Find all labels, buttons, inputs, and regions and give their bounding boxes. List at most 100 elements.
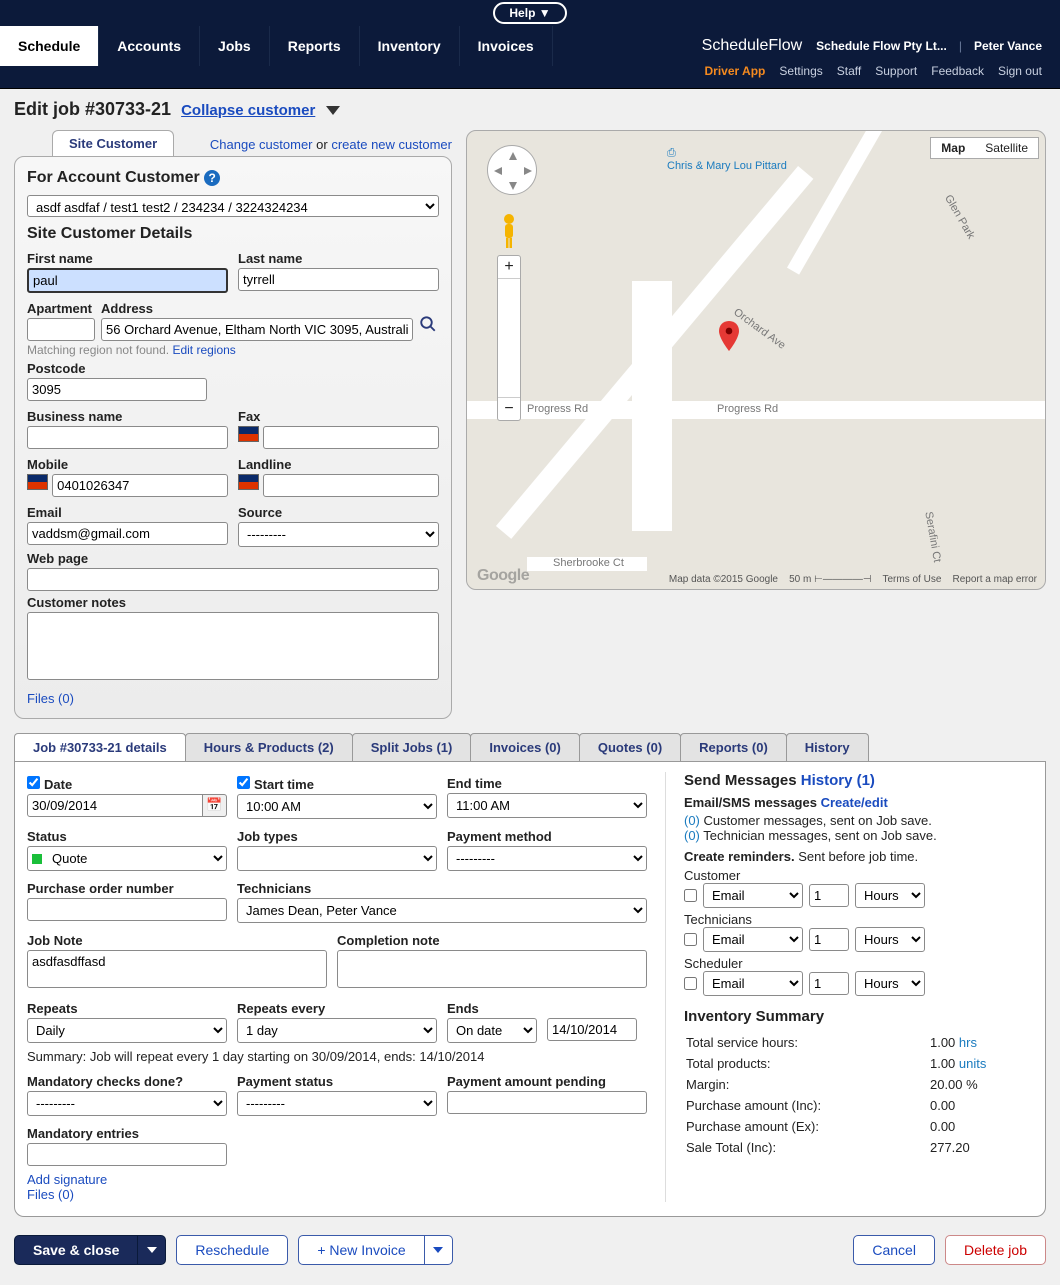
status-select[interactable]: Quote [27,846,227,871]
mandatory-checks-select[interactable]: --------- [27,1091,227,1116]
cancel-button[interactable]: Cancel [853,1235,935,1265]
map[interactable]: ⎙Chris & Mary Lou Pittard Progress Rd Pr… [466,130,1046,590]
reminder-customer-type[interactable]: Email [703,883,803,908]
address-input[interactable] [101,318,413,341]
payment-method-select[interactable]: --------- [447,846,647,871]
delete-job-button[interactable]: Delete job [945,1235,1046,1265]
job-note-input[interactable]: asdfasdffasd [27,950,327,988]
change-customer-link[interactable]: Change customer [210,137,313,152]
tab-quotes[interactable]: Quotes (0) [579,733,681,761]
link-driver-app[interactable]: Driver App [704,64,765,78]
email-input[interactable] [27,522,228,545]
customer-notes-input[interactable] [27,612,439,680]
account-customer-select[interactable]: asdf asdfaf / test1 test2 / 234234 / 322… [27,195,439,217]
link-settings[interactable]: Settings [779,64,822,78]
zoom-out-button[interactable]: − [498,398,520,420]
business-name-input[interactable] [27,426,228,449]
tab-hours-products[interactable]: Hours & Products (2) [185,733,353,761]
reminder-tech-checkbox[interactable] [684,933,697,946]
job-types-select[interactable] [237,846,437,871]
zoom-in-button[interactable]: + [498,256,520,278]
tab-accounts[interactable]: Accounts [99,26,200,66]
fax-input[interactable] [263,426,439,449]
map-type-map[interactable]: Map [931,138,975,158]
tab-inventory[interactable]: Inventory [360,26,460,66]
ends-date-input[interactable] [547,1018,637,1041]
help-icon[interactable]: ? [204,170,220,186]
tab-split-jobs[interactable]: Split Jobs (1) [352,733,472,761]
reminder-scheduler-type[interactable]: Email [703,971,803,996]
map-pan-control[interactable] [487,145,537,195]
payment-pending-input[interactable] [447,1091,647,1114]
add-signature-link[interactable]: Add signature [27,1172,107,1187]
map-type-satellite[interactable]: Satellite [975,138,1038,158]
source-select[interactable]: --------- [238,522,439,547]
ends-select[interactable]: On date [447,1018,537,1043]
new-invoice-caret[interactable] [425,1235,453,1265]
reminder-scheduler-num[interactable] [809,972,849,995]
reminder-scheduler-checkbox[interactable] [684,977,697,990]
end-time-select[interactable]: 11:00 AM [447,793,647,818]
save-close-button[interactable]: Save & close [14,1235,138,1265]
postcode-input[interactable] [27,378,207,401]
repeats-every-select[interactable]: 1 day [237,1018,437,1043]
customer-files-link[interactable]: Files (0) [27,691,74,706]
apartment-input[interactable] [27,318,95,341]
pegman-icon[interactable] [497,213,521,249]
tab-history[interactable]: History [786,733,869,761]
search-icon[interactable] [419,315,439,341]
tab-schedule[interactable]: Schedule [0,26,99,66]
tab-invoices[interactable]: Invoices [460,26,553,66]
payment-status-select[interactable]: --------- [237,1091,437,1116]
po-input[interactable] [27,898,227,921]
collapse-customer-link[interactable]: Collapse customer [181,102,315,119]
last-name-input[interactable] [238,268,439,291]
new-invoice-button[interactable]: + New Invoice [298,1235,424,1265]
date-checkbox[interactable] [27,776,40,789]
tab-job-reports[interactable]: Reports (0) [680,733,787,761]
create-edit-messages-link[interactable]: Create/edit [821,795,888,810]
reminder-tech-num[interactable] [809,928,849,951]
site-customer-tab[interactable]: Site Customer [52,130,174,156]
mobile-input[interactable] [52,474,228,497]
job-files-link[interactable]: Files (0) [27,1187,74,1202]
repeats-select[interactable]: Daily [27,1018,227,1043]
job-tabs: Job #30733-21 details Hours & Products (… [14,733,1046,762]
reminder-customer-num[interactable] [809,884,849,907]
link-signout[interactable]: Sign out [998,64,1042,78]
reminders-label: Create reminders. Sent before job time. [684,849,1033,864]
reminder-tech-type[interactable]: Email [703,927,803,952]
tab-jobs[interactable]: Jobs [200,26,270,66]
reschedule-button[interactable]: Reschedule [176,1235,288,1265]
completion-note-input[interactable] [337,950,647,988]
calendar-icon[interactable]: 📅 [203,794,227,817]
link-staff[interactable]: Staff [837,64,861,78]
start-time-checkbox[interactable] [237,776,250,789]
map-zoom-control[interactable]: + − [497,255,521,421]
mandatory-entries-input[interactable] [27,1143,227,1166]
landline-input[interactable] [263,474,439,497]
reminder-customer-checkbox[interactable] [684,889,697,902]
start-time-select[interactable]: 10:00 AM [237,794,437,819]
reminder-tech-label: Technicians [684,912,1033,927]
link-support[interactable]: Support [875,64,917,78]
reminder-tech-unit[interactable]: Hours [855,927,925,952]
tab-job-invoices[interactable]: Invoices (0) [470,733,580,761]
tab-job-details[interactable]: Job #30733-21 details [14,733,186,761]
edit-regions-link[interactable]: Edit regions [172,343,235,357]
first-name-input[interactable] [27,268,228,293]
web-input[interactable] [27,568,439,591]
reminder-scheduler-unit[interactable]: Hours [855,971,925,996]
tab-reports[interactable]: Reports [270,26,360,66]
technicians-select[interactable]: James Dean, Peter Vance [237,898,647,923]
help-button[interactable]: Help ▼ [493,2,566,24]
map-pin-icon[interactable] [719,321,739,351]
source-label: Source [238,505,439,520]
messages-history-link[interactable]: History (1) [801,772,875,789]
reminder-customer-unit[interactable]: Hours [855,883,925,908]
create-customer-link[interactable]: create new customer [331,137,452,152]
date-input[interactable] [27,794,203,817]
save-close-caret[interactable] [138,1235,166,1265]
chevron-down-icon[interactable] [326,106,340,115]
link-feedback[interactable]: Feedback [931,64,984,78]
